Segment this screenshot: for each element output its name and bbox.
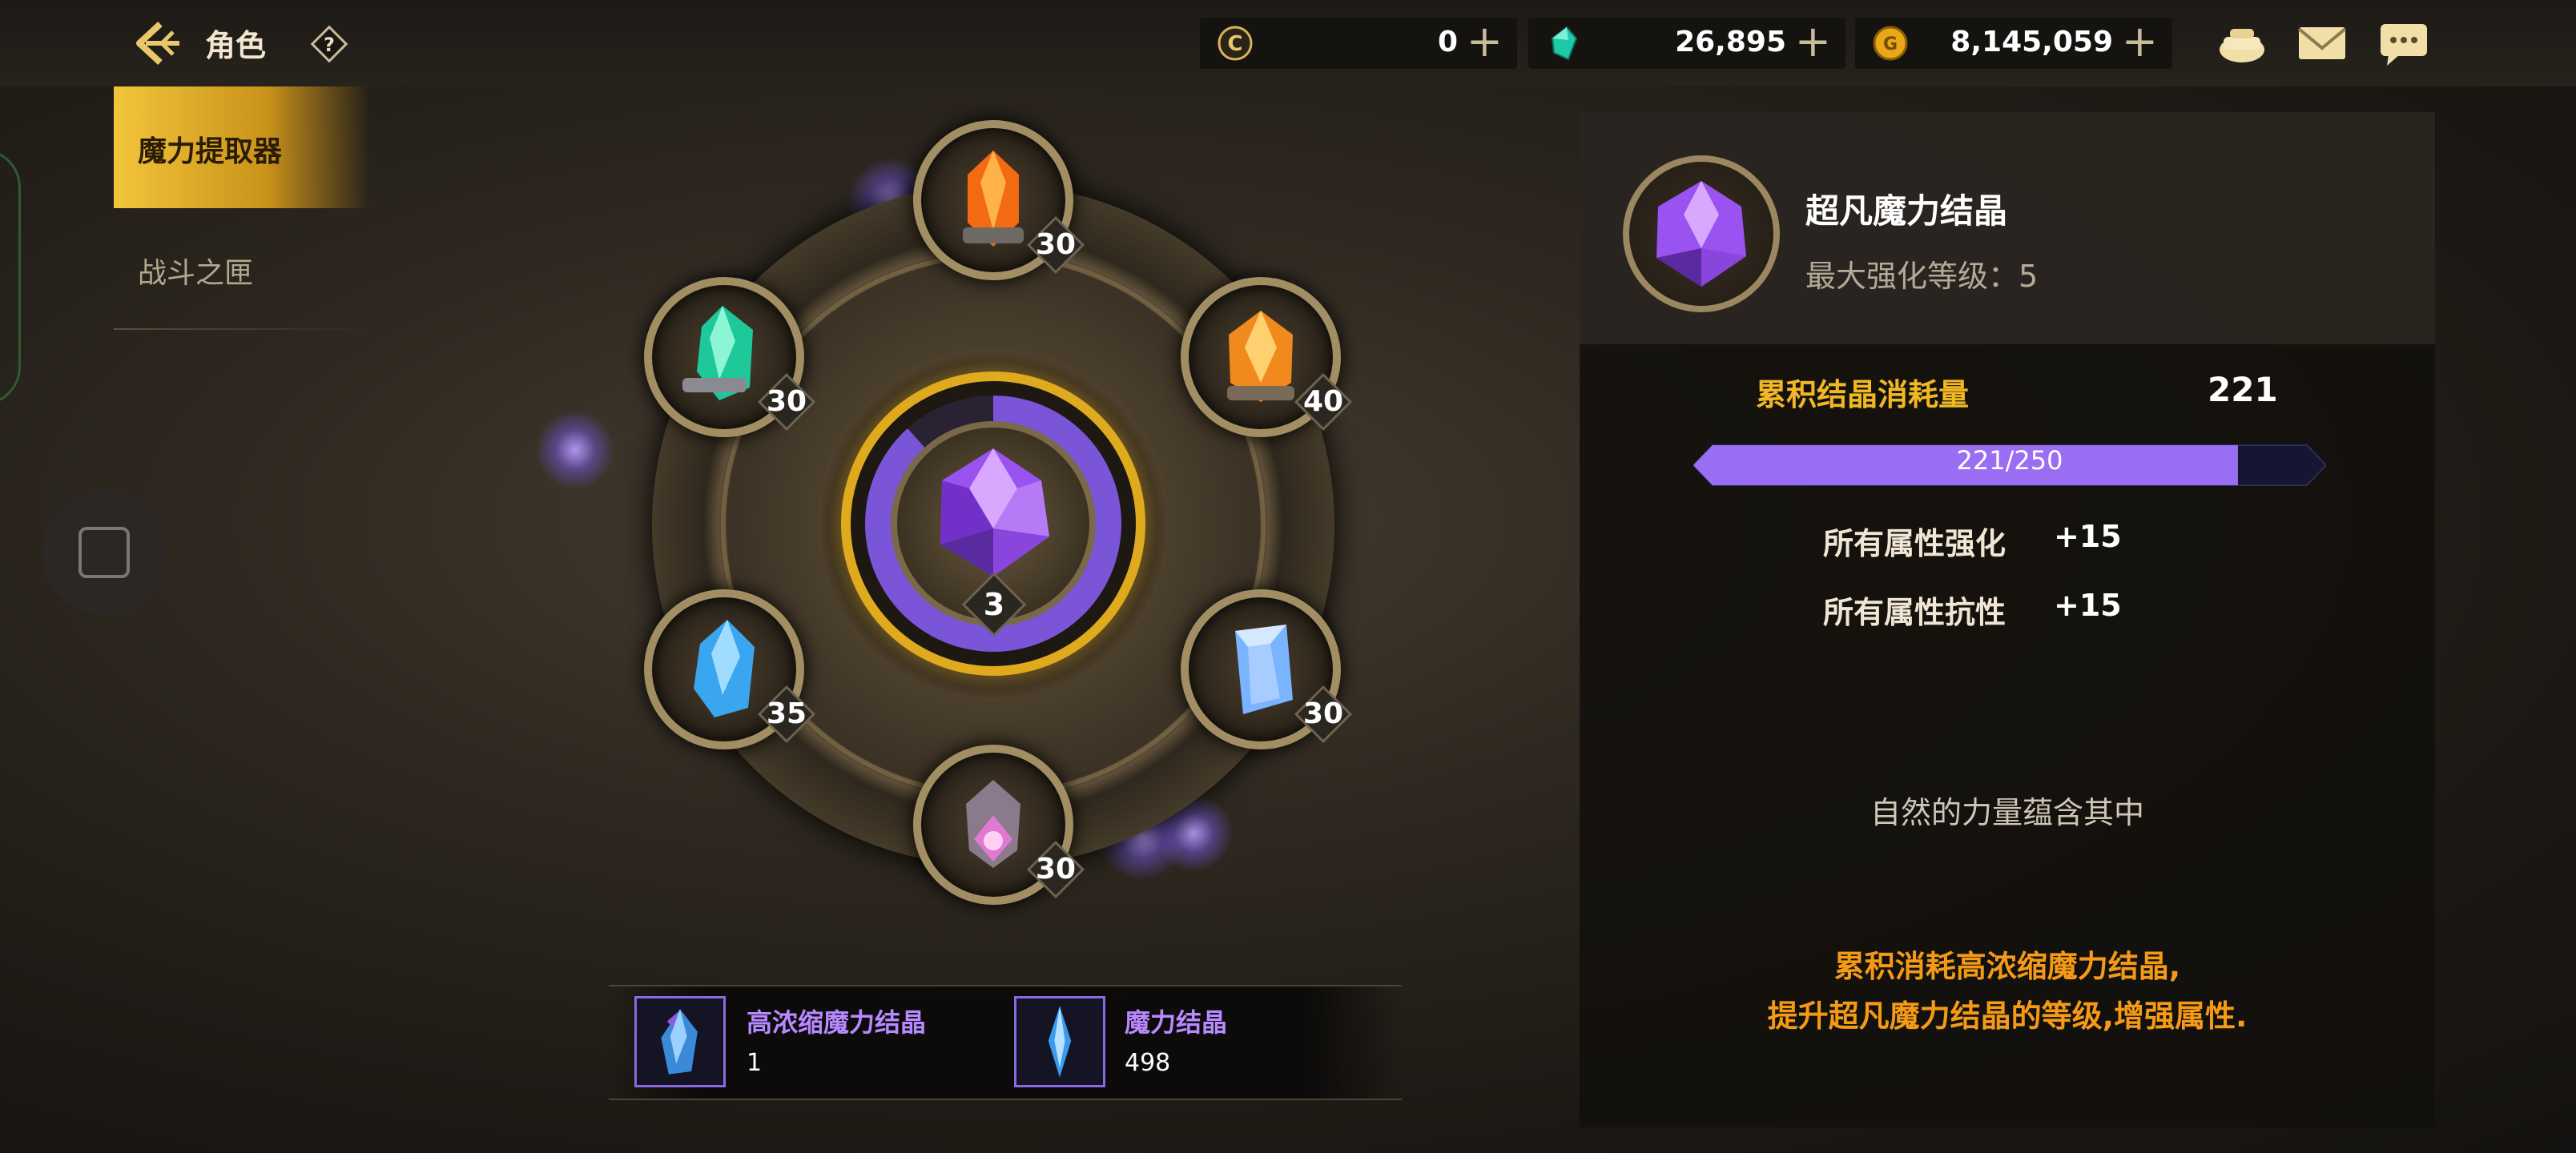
progress-text: 221/250 [1956,445,2063,476]
item-max-level: 最大强化等级：5 [1805,259,2039,294]
floating-square-button[interactable] [42,490,167,615]
attribute-value: +15 [2054,519,2122,554]
level-badge-lower-left: 35 [756,684,817,745]
currency-value: 0 [1437,26,1458,58]
chat-icon[interactable] [2376,18,2432,69]
currency-value: 26,895 [1675,26,1786,58]
currency-c-coin: C 0 + [1200,18,1517,69]
back-arrow-icon[interactable] [128,19,184,67]
node-level: 30 [1035,853,1077,886]
currency-gem: 26,895 + [1528,18,1845,69]
node-level: 40 [1302,385,1344,418]
accumulated-consumption-value: 221 [2208,370,2278,409]
currency-value: 8,145,059 [1950,26,2113,58]
upgrade-hint: 累积消耗高浓缩魔力结晶, 提升超凡魔力结晶的等级,增强属性. [1580,942,2435,1041]
level-badge-upper-right: 40 [1293,372,1354,432]
add-currency-button[interactable]: + [1467,19,1503,64]
accumulated-consumption-label: 累积结晶消耗量 [1756,377,1970,412]
hint-line-2: 提升超凡魔力结晶的等级,增强属性. [1767,998,2248,1034]
material-count: 1 [747,1049,763,1077]
node-level: 30 [1035,228,1077,261]
node-level: 30 [766,385,807,418]
material-name: 魔力结晶 [1125,1007,1228,1038]
center-level-value: 3 [983,587,1005,622]
attribute-value: +15 [2054,588,2122,623]
mail-icon[interactable] [2294,18,2350,69]
node-level: 35 [766,697,807,730]
glow-orb [535,410,615,490]
add-currency-button[interactable]: + [2122,19,2158,64]
attribute-name: 所有属性强化 [1823,526,2006,561]
currency-gold: G 8,145,059 + [1855,18,2172,69]
material-name: 高浓缩魔力结晶 [747,1007,927,1038]
gold-coin-icon: G [1871,24,1910,62]
svg-text:?: ? [324,34,335,56]
menu-divider [114,328,370,330]
side-decoration [0,149,21,405]
page-title: 角色 [205,28,267,63]
menu-item-battle-box[interactable]: 战斗之匣 [138,250,253,291]
menu-item-extractor[interactable]: 魔力提取器 [114,86,370,208]
c-coin-icon: C [1216,24,1254,62]
menu-item-label: 魔力提取器 [138,135,283,168]
center-level-badge: 3 [960,570,1028,639]
item-description: 自然的力量蕴含其中 [1870,795,2144,830]
add-currency-button[interactable]: + [1795,19,1831,64]
item-name: 超凡魔力结晶 [1805,191,2008,231]
level-badge-upper-left: 30 [756,372,817,432]
attribute-name: 所有属性抗性 [1823,595,2006,630]
help-icon[interactable]: ? [309,24,349,64]
transcendent-crystal-icon[interactable] [921,432,1065,593]
condensed-crystal-icon[interactable] [634,996,726,1087]
gem-icon [1544,24,1583,62]
hint-line-1: 累积消耗高浓缩魔力结晶, [1833,949,2181,984]
square-icon [78,527,130,578]
svg-text:C: C [1227,32,1242,56]
material-strip [609,985,1402,1100]
level-badge-lower-right: 30 [1293,684,1354,745]
node-level: 30 [1302,697,1344,730]
level-badge-bottom: 30 [1025,839,1086,900]
material-count: 498 [1125,1049,1171,1077]
svg-text:G: G [1883,34,1898,54]
bag-icon[interactable] [2214,18,2270,69]
level-badge-top: 30 [1025,215,1086,275]
item-crystal-icon [1623,155,1780,312]
crystal-icon[interactable] [1014,996,1105,1087]
